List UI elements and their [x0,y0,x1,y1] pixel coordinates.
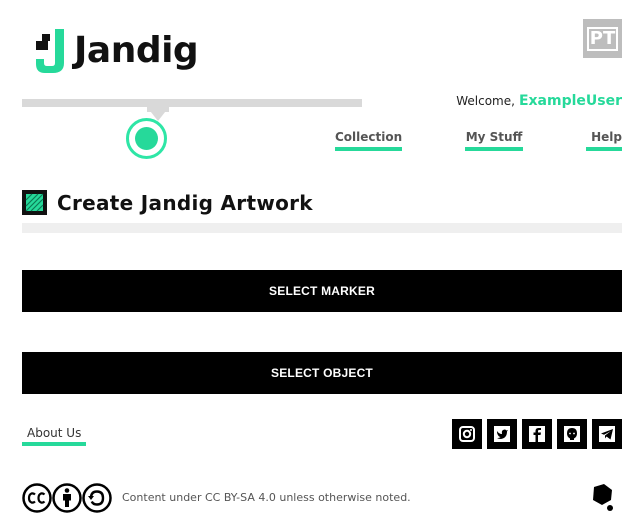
by-attribution-icon [52,483,82,513]
jandig-logo-icon [36,29,64,73]
footer-logo-icon[interactable] [590,484,616,518]
welcome-text: Welcome, [456,94,515,108]
jandig-logo[interactable]: Jandig [34,27,199,75]
language-toggle-button[interactable]: PT [583,19,622,58]
social-links [452,419,622,449]
creative-commons-badge[interactable] [22,483,112,513]
slider-knob[interactable] [126,118,167,159]
telegram-icon[interactable] [592,419,622,449]
nav-help[interactable]: Help [586,130,622,151]
title-divider [22,223,622,233]
cc-icon [22,483,52,513]
page-title: Create Jandig Artwork [57,190,313,215]
artwork-icon [22,190,47,215]
twitter-icon[interactable] [487,419,517,449]
select-object-button[interactable]: SELECT OBJECT [22,352,622,394]
facebook-icon[interactable] [522,419,552,449]
welcome-message: Welcome, ExampleUser [456,93,622,109]
status-slider-track[interactable] [22,99,362,107]
instagram-icon[interactable] [452,419,482,449]
logo-text: Jandig [74,30,199,71]
about-us-link[interactable]: About Us [22,426,87,446]
github-icon[interactable] [557,419,587,449]
page-title-row: Create Jandig Artwork [22,190,313,215]
share-alike-icon [82,483,112,513]
username-link[interactable]: ExampleUser [519,93,622,109]
license-text: Content under CC BY-SA 4.0 unless otherw… [122,491,411,504]
nav-collection[interactable]: Collection [335,130,402,151]
nav-my-stuff[interactable]: My Stuff [465,130,523,151]
language-label: PT [586,26,619,51]
select-marker-button[interactable]: SELECT MARKER [22,270,622,312]
